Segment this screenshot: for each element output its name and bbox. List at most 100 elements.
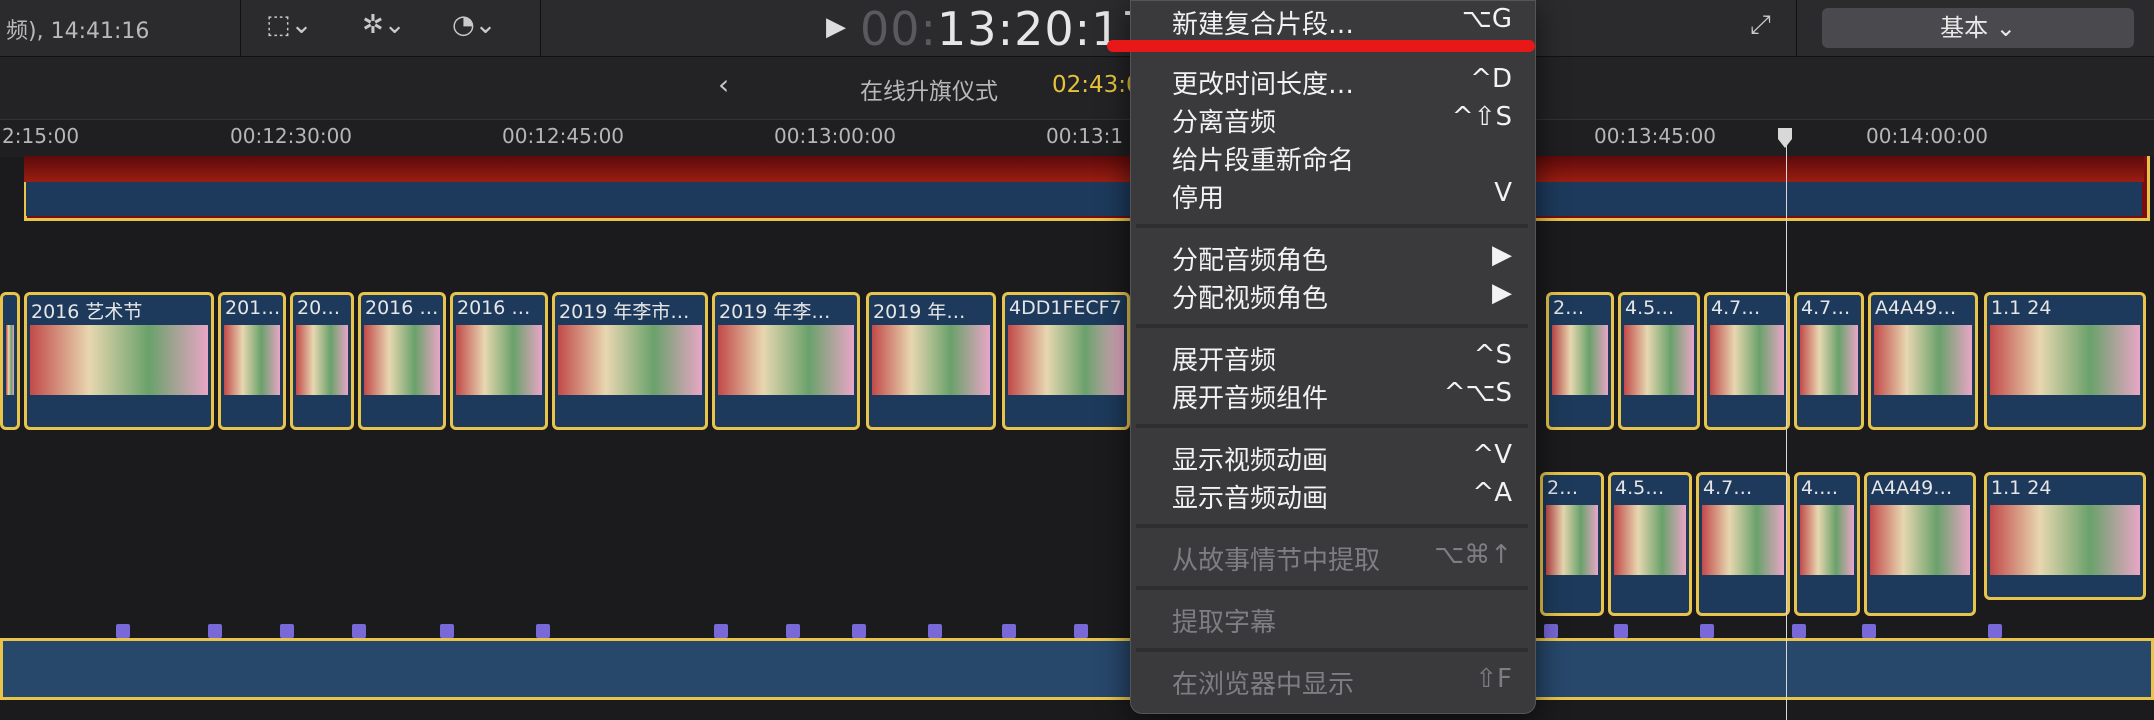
- video-clip[interactable]: 4.7…: [1794, 292, 1864, 430]
- menu-item-expand-audio-components[interactable]: 展开音频组件 ^⌥S: [1172, 378, 1512, 414]
- clip-thumbnail: [558, 325, 702, 395]
- menu-item-assign-video-roles[interactable]: 分配视频角色 ▶: [1172, 278, 1512, 314]
- playhead[interactable]: [1786, 128, 1787, 720]
- magic-wand-icon[interactable]: ✲⌄: [362, 10, 406, 40]
- play-icon[interactable]: ▶: [826, 12, 846, 42]
- keyframe-marker[interactable]: [352, 624, 366, 638]
- keyframe-marker[interactable]: [852, 624, 866, 638]
- menu-separator: [1136, 648, 1528, 652]
- menu-separator: [1136, 324, 1528, 328]
- keyframe-marker[interactable]: [280, 624, 294, 638]
- clip-appearance-icon[interactable]: ⬚⌄: [266, 10, 312, 40]
- menu-item-disable[interactable]: 停用 V: [1172, 178, 1512, 214]
- workspace-dropdown[interactable]: 基本 ⌄: [1822, 8, 2134, 48]
- video-clip[interactable]: 2019 年…: [866, 292, 996, 430]
- submenu-arrow-icon: ▶: [1492, 240, 1512, 270]
- keyframe-marker[interactable]: [1792, 624, 1806, 638]
- connected-clip[interactable]: 4.…: [1794, 472, 1860, 616]
- menu-separator: [1136, 224, 1528, 228]
- video-clip[interactable]: [0, 292, 20, 430]
- keyframe-marker[interactable]: [928, 624, 942, 638]
- clip-thumbnail: [1990, 505, 2140, 575]
- menu-item-shortcut: ⇧F: [1475, 664, 1512, 694]
- video-clip[interactable]: 4DD1FECF7: [1002, 292, 1130, 430]
- video-clip[interactable]: 4.7…: [1704, 292, 1790, 430]
- keyframe-marker[interactable]: [1544, 624, 1558, 638]
- ruler-tick: 2:15:00: [2, 124, 80, 148]
- menu-item-expand-audio[interactable]: 展开音频 ^S: [1172, 340, 1512, 376]
- banner-lower-bar: [26, 182, 2142, 216]
- menu-item-label: 展开音频: [1172, 346, 1277, 376]
- clip-thumbnail: [1552, 325, 1608, 395]
- keyframe-marker[interactable]: [1988, 624, 2002, 638]
- video-clip[interactable]: A4A49…: [1868, 292, 1978, 430]
- clip-thumbnail: [30, 325, 208, 395]
- keyframe-marker[interactable]: [536, 624, 550, 638]
- keyframe-marker[interactable]: [440, 624, 454, 638]
- connected-clip[interactable]: 2…: [1540, 472, 1604, 616]
- keyframe-marker[interactable]: [1862, 624, 1876, 638]
- connected-clip[interactable]: 4.5…: [1608, 472, 1692, 616]
- menu-item-label: 更改时间长度…: [1172, 70, 1355, 100]
- audio-clip[interactable]: [0, 638, 2154, 700]
- video-clip[interactable]: 4.5…: [1618, 292, 1700, 430]
- speed-gauge-icon[interactable]: ◔⌄: [452, 10, 496, 40]
- menu-item-shortcut: ^A: [1472, 478, 1512, 508]
- menu-item-rename-clip[interactable]: 给片段重新命名: [1172, 140, 1512, 176]
- menu-item-assign-audio-roles[interactable]: 分配音频角色 ▶: [1172, 240, 1512, 276]
- video-clip[interactable]: 2016 …: [450, 292, 548, 430]
- keyframe-marker[interactable]: [1002, 624, 1016, 638]
- menu-item-label: 显示视频动画: [1172, 446, 1329, 476]
- clip-title: 4DD1FECF7: [1009, 297, 1122, 319]
- clip-thumbnail: [364, 325, 440, 395]
- clip-thumbnail: [1702, 505, 1784, 575]
- clip-title: 2019 年李…: [719, 301, 831, 323]
- clip-title: 20…: [297, 297, 341, 319]
- video-clip[interactable]: 2019 年李市…: [552, 292, 708, 430]
- connected-clip[interactable]: 1.1 24: [1984, 472, 2146, 600]
- menu-item-shortcut: ^⇧S: [1451, 102, 1512, 132]
- video-clip[interactable]: 2019 年李…: [712, 292, 860, 430]
- clip-title: 4.5…: [1615, 477, 1665, 499]
- fullscreen-icon[interactable]: ⤢: [1750, 10, 1771, 41]
- clip-thumbnail: [1870, 505, 1970, 575]
- keyframe-marker[interactable]: [1074, 624, 1088, 638]
- back-arrow-icon[interactable]: ‹: [718, 68, 729, 101]
- menu-item-new-compound-clip[interactable]: 新建复合片段… ⌥G: [1172, 4, 1512, 40]
- keyframe-marker[interactable]: [116, 624, 130, 638]
- ruler-tick: 00:13:1: [1046, 124, 1124, 148]
- menu-item-label: 分配视频角色: [1172, 284, 1329, 314]
- menu-item-show-video-animation[interactable]: 显示视频动画 ^V: [1172, 440, 1512, 476]
- connected-clip[interactable]: 4.7…: [1696, 472, 1790, 616]
- video-clip[interactable]: 2…: [1546, 292, 1614, 430]
- toolbar-divider: [1796, 0, 1797, 56]
- video-clip[interactable]: 2016 …: [358, 292, 446, 430]
- keyframe-marker[interactable]: [1614, 624, 1628, 638]
- menu-item-detach-audio[interactable]: 分离音频 ^⇧S: [1172, 102, 1512, 138]
- menu-item-show-audio-animation[interactable]: 显示音频动画 ^A: [1172, 478, 1512, 514]
- banner-thumbnail: [24, 156, 2144, 182]
- clip-title: 2019 年…: [873, 301, 966, 323]
- menu-item-label: 给片段重新命名: [1172, 146, 1355, 176]
- video-clip[interactable]: 20…: [290, 292, 354, 430]
- menu-item-change-duration[interactable]: 更改时间长度… ^D: [1172, 64, 1512, 100]
- clip-thumbnail: [872, 325, 990, 395]
- video-clip[interactable]: 201…: [218, 292, 286, 430]
- video-clip[interactable]: 2016 艺术节: [24, 292, 214, 430]
- video-clip[interactable]: 1.1 24: [1984, 292, 2146, 430]
- menu-item-reveal-in-browser[interactable]: 在浏览器中显示 ⇧F: [1172, 664, 1512, 700]
- clip-thumbnail: [456, 325, 542, 395]
- clip-thumbnail: [1546, 505, 1598, 575]
- keyframe-marker[interactable]: [786, 624, 800, 638]
- menu-item-extract-captions[interactable]: 提取字幕: [1172, 602, 1512, 638]
- clip-title: 2…: [1553, 297, 1585, 319]
- keyframe-marker[interactable]: [208, 624, 222, 638]
- keyframe-marker[interactable]: [714, 624, 728, 638]
- menu-item-lift-from-storyline[interactable]: 从故事情节中提取 ⌥⌘↑: [1172, 540, 1512, 576]
- menu-separator: [1136, 424, 1528, 428]
- red-highlight-line: [1107, 40, 1535, 52]
- connected-clip[interactable]: A4A49…: [1864, 472, 1976, 616]
- submenu-arrow-icon: ▶: [1492, 278, 1512, 308]
- keyframe-marker[interactable]: [1700, 624, 1714, 638]
- menu-item-label: 展开音频组件: [1172, 384, 1329, 414]
